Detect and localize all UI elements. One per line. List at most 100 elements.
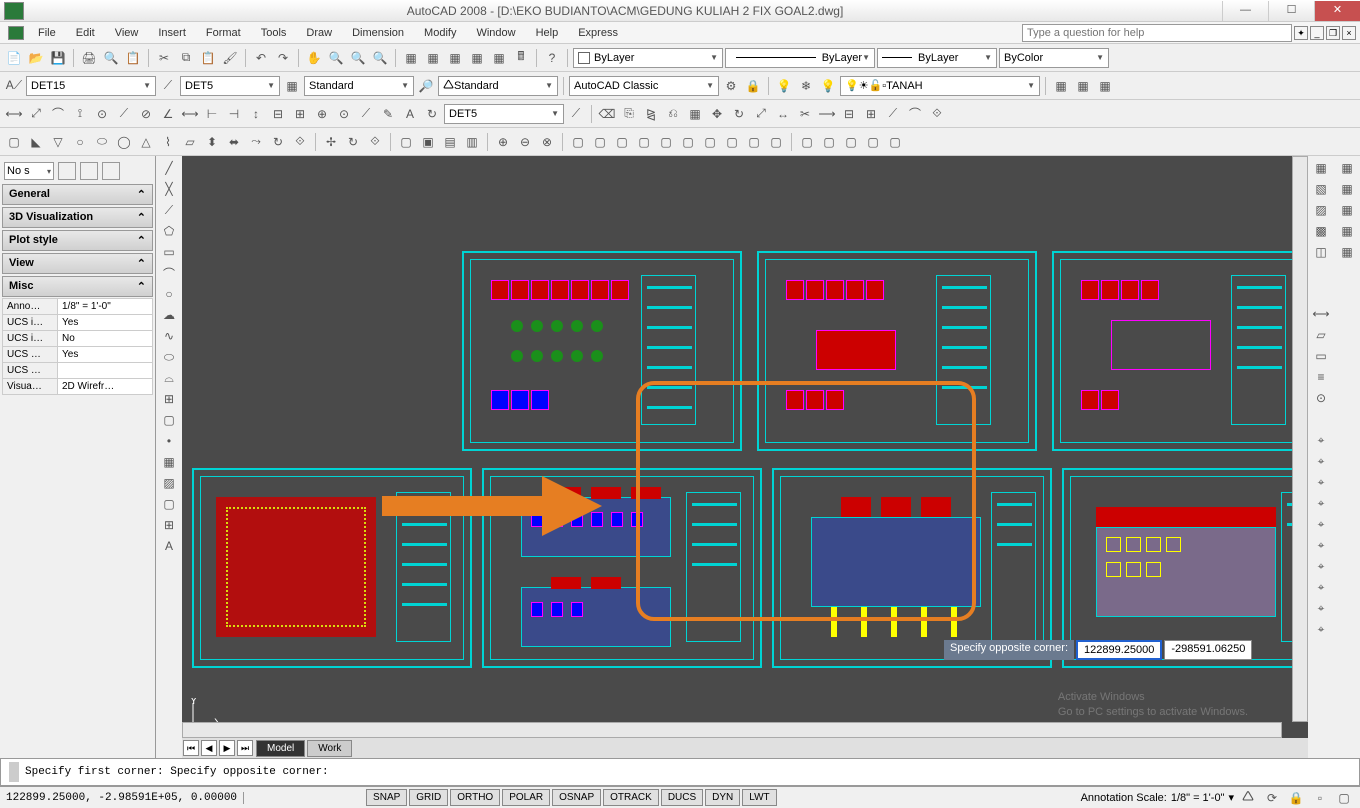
modify-chamfer-icon[interactable]: ⟋ <box>883 104 903 124</box>
designcenter-icon[interactable]: ▦ <box>423 48 443 68</box>
layer-prev-icon[interactable]: 💡 <box>774 76 794 96</box>
calc-icon[interactable]: 🖩 <box>511 48 531 68</box>
ellipse-icon[interactable]: ⬭ <box>159 347 179 367</box>
dimupdate-icon[interactable]: ↻ <box>422 104 442 124</box>
ucs6-icon[interactable]: ⌖ <box>1311 535 1331 555</box>
solidedit9-icon[interactable]: ▢ <box>744 132 764 152</box>
menu-window[interactable]: Window <box>466 25 525 41</box>
solidedit4-icon[interactable]: ▢ <box>634 132 654 152</box>
dim-aligned-icon[interactable]: ⤢ <box>26 104 46 124</box>
dimstyle2-icon[interactable]: ⟋ <box>158 76 178 96</box>
toolpal-icon[interactable]: ▦ <box>445 48 465 68</box>
sphere-icon[interactable]: ○ <box>70 132 90 152</box>
otrack-toggle[interactable]: OTRACK <box>603 789 659 806</box>
menu-dimension[interactable]: Dimension <box>342 25 414 41</box>
snap-toggle[interactable]: SNAP <box>366 789 407 806</box>
table-icon[interactable]: ⊞ <box>159 515 179 535</box>
extrude-icon[interactable]: ⬍ <box>202 132 222 152</box>
menu-edit[interactable]: Edit <box>66 25 105 41</box>
dim-jog-icon[interactable]: ⟋ <box>114 104 134 124</box>
rt2c-icon[interactable]: ▦ <box>1337 200 1357 220</box>
zoom-win-icon[interactable]: 🔍 <box>370 48 390 68</box>
linetype-combo[interactable]: ByLayer▼ <box>725 48 875 68</box>
layer-freeze-icon[interactable]: ❄ <box>796 76 816 96</box>
tablestyle-icon[interactable]: ▦ <box>282 76 302 96</box>
ws-settings-icon[interactable]: ⚙ <box>721 76 741 96</box>
ucs4-icon[interactable]: ⌖ <box>1311 493 1331 513</box>
selectobj-icon[interactable] <box>102 162 120 180</box>
rt4-icon[interactable]: ▩ <box>1311 221 1331 241</box>
help-search-input[interactable] <box>1022 24 1292 42</box>
sweep-icon[interactable]: ⤳ <box>246 132 266 152</box>
modify-break-icon[interactable]: ⊟ <box>839 104 859 124</box>
modify-array-icon[interactable]: ▦ <box>685 104 705 124</box>
region-icon[interactable]: ▭ <box>1311 346 1331 366</box>
modify-fillet-icon[interactable]: ⌒ <box>905 104 925 124</box>
palette-3dvis[interactable]: 3D Visualization⌃ <box>2 207 153 228</box>
insert-icon[interactable]: ⊞ <box>159 389 179 409</box>
sheetset-icon[interactable]: ▦ <box>467 48 487 68</box>
viewport3-icon[interactable]: ▤ <box>440 132 460 152</box>
modify-scale-icon[interactable]: ⤢ <box>751 104 771 124</box>
color-combo[interactable]: ByLayer▼ <box>573 48 723 68</box>
redo-icon[interactable]: ↷ <box>273 48 293 68</box>
render5-icon[interactable]: ▢ <box>885 132 905 152</box>
lwt-toggle[interactable]: LWT <box>742 789 776 806</box>
ucs7-icon[interactable]: ⌖ <box>1311 556 1331 576</box>
menu-view[interactable]: View <box>105 25 149 41</box>
ellipsearc-icon[interactable]: ⌓ <box>159 368 179 388</box>
torus-icon[interactable]: ◯ <box>114 132 134 152</box>
selection-combo[interactable]: No s▾ <box>4 162 54 180</box>
modify-explode-icon[interactable]: ⟐ <box>927 104 947 124</box>
arc-icon[interactable]: ⌒ <box>159 263 179 283</box>
modify-trim-icon[interactable]: ✂ <box>795 104 815 124</box>
menu-file[interactable]: File <box>28 25 66 41</box>
workspace-combo[interactable]: AutoCAD Classic▼ <box>569 76 719 96</box>
dimstyle-icon[interactable]: A⟋ <box>4 76 24 96</box>
modify-erase-icon[interactable]: ⌫ <box>597 104 617 124</box>
3dmove-icon[interactable]: ✢ <box>321 132 341 152</box>
wedge-icon[interactable]: ◣ <box>26 132 46 152</box>
list-icon[interactable]: ≡ <box>1311 367 1331 387</box>
centermark-icon[interactable]: ⊕ <box>312 104 332 124</box>
dim-radius-icon[interactable]: ⊙ <box>92 104 112 124</box>
dim-angular-icon[interactable]: ∠ <box>158 104 178 124</box>
infocenter-icon[interactable]: ✦ <box>1294 26 1308 40</box>
dim-arc-icon[interactable]: ⌒ <box>48 104 68 124</box>
polar-toggle[interactable]: POLAR <box>502 789 550 806</box>
modify-rotate-icon[interactable]: ↻ <box>729 104 749 124</box>
plotstyle-combo[interactable]: ByColor▼ <box>999 48 1109 68</box>
dimstyle2-combo[interactable]: DET5▼ <box>180 76 280 96</box>
cut-icon[interactable]: ✂ <box>154 48 174 68</box>
ucs1-icon[interactable]: ⌖ <box>1311 430 1331 450</box>
render2-icon[interactable]: ▢ <box>819 132 839 152</box>
paste-icon[interactable]: 📋 <box>198 48 218 68</box>
menu-tools[interactable]: Tools <box>251 25 297 41</box>
solidedit7-icon[interactable]: ▢ <box>700 132 720 152</box>
modify-stretch-icon[interactable]: ↔ <box>773 104 793 124</box>
rt2d-icon[interactable]: ▦ <box>1337 221 1357 241</box>
command-line[interactable]: Specify first corner: Specify opposite c… <box>0 758 1360 786</box>
ortho-toggle[interactable]: ORTHO <box>450 789 500 806</box>
rt3-icon[interactable]: ▨ <box>1311 200 1331 220</box>
tab-prev-icon[interactable]: ◀ <box>201 740 217 756</box>
render3-icon[interactable]: ▢ <box>841 132 861 152</box>
region-icon[interactable]: ▢ <box>159 494 179 514</box>
solidedit5-icon[interactable]: ▢ <box>656 132 676 152</box>
3drotate-icon[interactable]: ↻ <box>343 132 363 152</box>
anno-vis-icon[interactable]: 🛆 <box>1238 788 1258 808</box>
pan-icon[interactable]: ✋ <box>304 48 324 68</box>
modify-offset-icon[interactable]: ⎌ <box>663 104 683 124</box>
render4-icon[interactable]: ▢ <box>863 132 883 152</box>
solidedit2-icon[interactable]: ▢ <box>590 132 610 152</box>
dim-baseline-icon[interactable]: ⊢ <box>202 104 222 124</box>
mleader-icon[interactable]: 🔎 <box>416 76 436 96</box>
pickadd-icon[interactable] <box>80 162 98 180</box>
save-icon[interactable]: 💾 <box>48 48 68 68</box>
rt2a-icon[interactable]: ▦ <box>1337 158 1357 178</box>
lock-ui-icon[interactable]: 🔒 <box>1286 788 1306 808</box>
drawing-canvas[interactable]: Specify opposite corner: 122899.25000 -2… <box>182 156 1308 758</box>
loft-icon[interactable]: ⟐ <box>290 132 310 152</box>
minimize-button[interactable]: — <box>1222 1 1268 21</box>
viewport4-icon[interactable]: ▥ <box>462 132 482 152</box>
